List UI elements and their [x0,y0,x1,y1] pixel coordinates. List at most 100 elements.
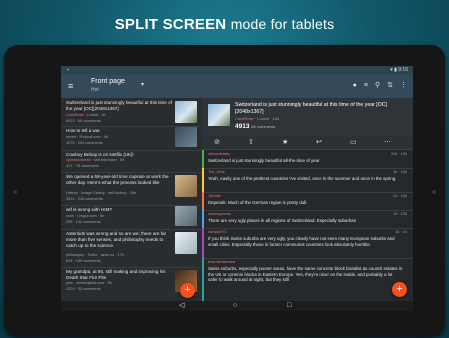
post-title: Asteroids was wrong and so are we; there… [66,231,167,248]
status-bar: ▪ ▾ ▮ 9:16 [61,66,413,75]
comment-user[interactable]: electrognome [208,212,231,216]
sort-icon[interactable]: ⇅ [387,82,393,89]
reply-fab[interactable]: + [392,282,407,297]
more-icon[interactable]: ⋯ [384,138,391,147]
comment-user[interactable]: hansluel73 [208,230,226,234]
star-icon[interactable]: ★ [282,138,288,147]
post-meta: History · Image Gallery · self.history ·… [66,191,137,195]
navigation-bar: ◁ ○ □ [61,301,413,311]
post-thumbnail[interactable] [175,206,197,226]
post-thumbnail[interactable] [175,175,197,197]
comment-user[interactable]: Jykmiln [208,194,221,198]
search-icon[interactable]: ⚲ [375,82,380,89]
list-item[interactable]: We opened a 58-year-old time capsule at … [61,172,201,206]
tablet-frame: ▪ ▾ ▮ 9:16 ≡ Front page Hot ▾ ● ≡ ⚲ ⇅ ⋮ Swit… [4,45,445,337]
post-stats: 1075 · 204 comments [66,141,103,145]
post-meta: mixed · Rosbolt.com · 4h [66,135,109,139]
filter-icon[interactable]: ≡ [364,82,368,89]
comment-text: Swiss suburbs, especially poorer areas, … [208,266,403,283]
comment[interactable]: hansluel73 16 · 1h If you think Swiss su… [202,228,413,259]
post-title: How to tell a war [66,128,100,133]
home-icon[interactable]: ○ [233,301,237,311]
clock: 9:16 [398,67,408,73]
comment-text: There are very ugly places in all region… [208,218,357,223]
list-item[interactable]: Asteroids was wrong and so are we; there… [61,229,201,268]
comment-depth-bar [202,150,204,168]
list-item[interactable]: Switzerland is just stunningly beautiful… [61,98,201,127]
comment-depth-bar [202,168,204,192]
sort-label: Hot [91,87,99,93]
comment-depth-bar [202,258,204,301]
comment[interactable]: bearofshikamba Swiss suburbs, especially… [202,258,413,301]
comment-score: 30 · 13h [393,170,407,174]
mail-icon[interactable]: ● [353,82,357,89]
comment-score: -14 · 13h [391,194,407,198]
post-stats: 399 · 142 comments [66,220,101,224]
comment-text: Switzerland is just stunningly beautiful… [208,158,320,163]
list-item[interactable]: wtf is wrong with HIM? zoxn · i.imgur.co… [61,205,201,230]
detail-header: Switzerland is just stunningly beautiful… [202,98,413,136]
comment-score: 16 · 1h [395,230,407,234]
comment[interactable]: The_ANis 30 · 13h Yeah, easily one of th… [202,168,413,193]
post-stats: 1229 · 53 comments [66,287,101,291]
post-title: My grandpa, at 86, still making and impr… [66,269,166,280]
cancel-icon[interactable]: ⊘ [214,138,220,147]
detail-meta: CarlsRose · Lowbit · 16d [235,116,280,121]
share-icon[interactable]: ▭ [350,138,357,147]
comment[interactable]: Jykmiln -14 · 13h Depends. Much of the G… [202,192,413,211]
reply-icon[interactable]: ↩ [316,138,322,147]
tablet-sensor [432,190,436,194]
comment-user[interactable]: The_ANis [208,170,225,174]
more-icon[interactable]: ⋮ [400,82,407,89]
toolbar-icons: ● ≡ ⚲ ⇅ ⋮ [346,81,407,89]
comment-depth-bar [202,228,204,258]
detail-comments-count: 66 comments [251,124,276,129]
subreddit-title[interactable]: Front page [91,78,125,85]
comment-text: Depends. Much of the German region is pr… [208,200,308,205]
list-item[interactable]: How to tell a war mixed · Rosbolt.com · … [61,126,201,151]
back-icon[interactable]: ◁ [179,301,184,311]
arrow-up-icon[interactable]: ⇧ [248,138,254,147]
post-list: Switzerland is just stunningly beautiful… [61,98,201,301]
tablet-screen: ▪ ▾ ▮ 9:16 ≡ Front page Hot ▾ ● ≡ ⚲ ⇅ ⋮ Swit… [61,66,413,311]
dropdown-icon[interactable]: ▾ [141,81,144,88]
post-stats: 421 · 78 comments [66,164,99,168]
comment-text: If you think Swiss suburbs are very ugly… [208,236,395,247]
new-post-fab[interactable]: + [180,283,195,298]
comment-user[interactable]: shroomblabs [208,152,230,156]
headline-bold: SPLIT SCREEN [114,16,227,33]
post-stats: 4913 · 66 comments [66,119,101,123]
comment-score: 210 · 13h [390,152,407,156]
comment[interactable]: electrognome 19 · 13h There are very ugl… [202,210,413,229]
headline-rest: mode for tablets [230,16,335,32]
post-title: Switzerland is just stunningly beautiful… [66,100,172,111]
notification-icon: ▪ [67,67,69,73]
post-meta: pics · zekilenjakdr.com · 9h [66,281,112,285]
post-meta: CarlsRose · Lowbit · 4h [66,113,106,117]
post-stats: 2813 · 225 comments [66,197,103,201]
post-title: We opened a 58-year-old time capsule at … [66,174,169,185]
post-thumbnail[interactable] [175,232,197,254]
post-stats: 643 · 149 comments [66,259,101,263]
comment-user[interactable]: bearofshikamba [208,260,235,264]
app-bar: ≡ Front page Hot ▾ ● ≡ ⚲ ⇅ ⋮ [61,75,413,98]
comment-text: Yeah, easily one of the prettiest countr… [208,176,397,181]
list-item[interactable]: My grandpa, at 86, still making and impr… [61,267,201,301]
post-thumbnail[interactable] [175,127,197,147]
comment[interactable]: shroomblabs 210 · 13h Switzerland is jus… [202,150,413,169]
action-bar: ⊘ ⇧ ★ ↩ ▭ ⋯ [202,136,413,150]
status-time: ▾ ▮ 9:16 [390,67,408,73]
menu-icon[interactable]: ≡ [68,81,77,91]
recents-icon[interactable]: □ [287,301,291,311]
detail-thumbnail[interactable] [208,104,230,126]
list-item[interactable]: Cowboy Bebop is on Netflix [UK]! cybersn… [61,150,201,173]
post-thumbnail[interactable] [175,101,197,123]
post-detail: Switzerland is just stunningly beautiful… [202,98,413,301]
detail-title: Switzerland is just stunningly beautiful… [235,102,387,115]
post-meta: cybersnowbird · self.television · 5h [66,158,125,162]
detail-score: 4913 66 comments [235,123,276,130]
comment-score: 19 · 13h [393,212,407,216]
comment-depth-bar [202,210,204,228]
post-meta: philosophy · Sstbo · aeon.co · 17h [66,253,124,257]
post-meta: zoxn · i.imgur.com · 5h [66,214,105,218]
